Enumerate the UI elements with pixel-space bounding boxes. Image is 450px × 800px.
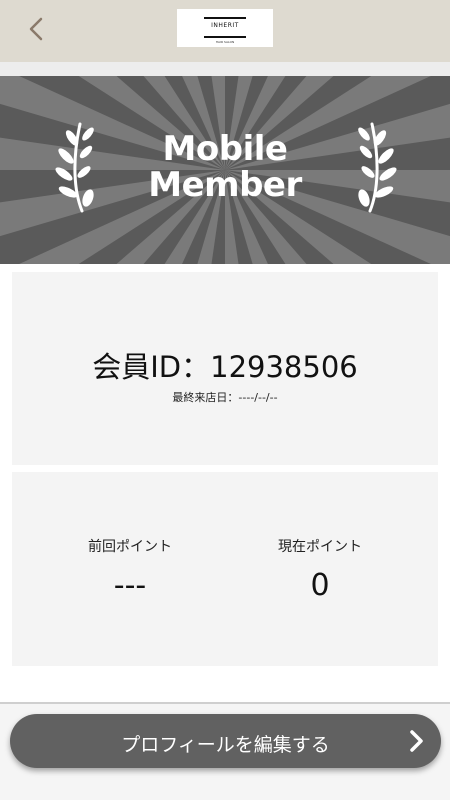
banner-title-line2: Member	[148, 165, 302, 205]
chevron-right-icon	[410, 730, 423, 752]
current-points-label: 現在ポイント	[278, 539, 362, 555]
banner-title: Mobile Member	[0, 131, 450, 203]
brand-logo[interactable]: INHERIT HAIR SALON	[177, 9, 273, 47]
previous-points-label: 前回ポイント	[88, 539, 172, 555]
member-id-card: 会員ID：12938506 最終来店日：----/--/--	[12, 272, 438, 465]
current-points-value: 0	[310, 568, 330, 603]
back-arrow-icon[interactable]	[22, 14, 52, 44]
previous-points-value: ---	[113, 568, 147, 603]
member-banner: Mobile Member	[0, 76, 450, 264]
member-id: 会員ID：12938506	[92, 350, 358, 384]
banner-title-line1: Mobile	[162, 129, 288, 169]
logo-text: INHERIT	[211, 22, 239, 29]
last-visit-date: 最終来店日：----/--/--	[172, 391, 278, 404]
edit-profile-button[interactable]: プロフィールを編集する	[10, 714, 441, 768]
edit-profile-label: プロフィールを編集する	[121, 734, 330, 756]
header-spacer	[0, 62, 450, 76]
logo-subtext: HAIR SALON	[215, 40, 235, 44]
top-header: INHERIT HAIR SALON	[0, 0, 450, 62]
points-card: 前回ポイント --- 現在ポイント 0	[12, 472, 438, 666]
